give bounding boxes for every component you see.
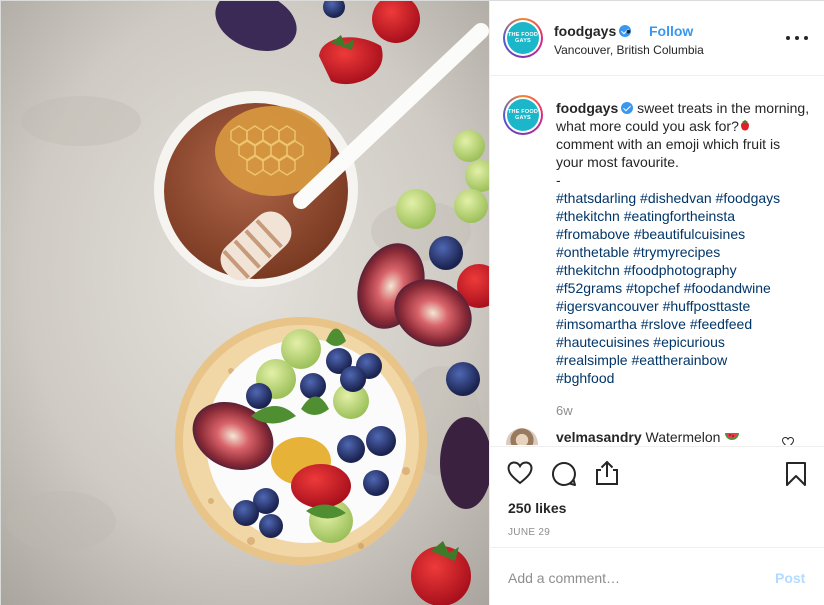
- post-header: THE FOOD GAYS foodgays • Follow Vancouve…: [490, 1, 824, 76]
- caption-dash: -: [556, 172, 561, 188]
- food-photo: [1, 1, 489, 605]
- hashtag-line[interactable]: #igersvancouver #huffposttaste: [556, 297, 810, 315]
- hashtag-line[interactable]: #onthetable #trymyrecipes: [556, 243, 810, 261]
- caption-author-avatar[interactable]: THE FOOD GAYS: [503, 95, 543, 135]
- comment-text: velmasandry Watermelon: [556, 429, 740, 445]
- author-avatar[interactable]: THE FOOD GAYS: [503, 18, 543, 58]
- more-dot: [795, 36, 799, 40]
- caption-username[interactable]: foodgays: [556, 100, 618, 116]
- hashtag-line[interactable]: #f52grams #topchef #foodandwine: [556, 279, 810, 297]
- author-username[interactable]: foodgays: [554, 23, 632, 39]
- hashtag-line[interactable]: #thekitchn #foodphotography: [556, 261, 810, 279]
- hashtag-line[interactable]: #imsomartha #rslove #feedfeed: [556, 315, 810, 333]
- instagram-post-modal: THE FOOD GAYS foodgays • Follow Vancouve…: [0, 0, 824, 605]
- avatar-inner: THE FOOD GAYS: [505, 20, 541, 56]
- follow-button[interactable]: Follow: [649, 23, 693, 39]
- post-date[interactable]: JUNE 29: [508, 527, 550, 538]
- commenter-avatar[interactable]: [506, 428, 538, 445]
- post-caption: foodgays sweet treats in the morning, wh…: [556, 99, 810, 387]
- more-options-icon[interactable]: [786, 29, 808, 47]
- hashtag-line[interactable]: #bghfood: [556, 369, 810, 387]
- hashtag-line[interactable]: #fromabove #beautifulcuisines: [556, 225, 810, 243]
- more-dot: [786, 36, 790, 40]
- add-comment-input[interactable]: [508, 568, 758, 588]
- avatar-inner: THE FOOD GAYS: [505, 97, 541, 133]
- comment-body: Watermelon: [645, 429, 721, 445]
- hashtag-line[interactable]: #realsimple #eattherainbow: [556, 351, 810, 369]
- bookmark-icon[interactable]: [785, 461, 807, 487]
- strawberry-emoji: [740, 120, 749, 131]
- post-location[interactable]: Vancouver, British Columbia: [554, 43, 704, 57]
- post-details-panel: THE FOOD GAYS foodgays • Follow Vancouve…: [489, 1, 824, 605]
- foodgays-logo: THE FOOD GAYS: [507, 22, 539, 54]
- post-comment-button[interactable]: Post: [775, 570, 805, 586]
- more-dot: [804, 36, 808, 40]
- post-image[interactable]: [1, 1, 489, 605]
- caption-time-ago[interactable]: 6w: [556, 403, 573, 418]
- comments-section[interactable]: THE FOOD GAYS foodgays sweet treats in t…: [490, 77, 824, 445]
- comment-bubble-icon[interactable]: [551, 461, 577, 487]
- hashtag-line[interactable]: #thatsdarling #dishedvan #foodgays: [556, 189, 810, 207]
- header-separator: •: [626, 23, 631, 39]
- caption-text-2: comment with an emoji which fruit is you…: [556, 136, 781, 170]
- hashtag-line[interactable]: #hautecuisines #epicurious: [556, 333, 810, 351]
- comment-row: velmasandry Watermelon: [490, 427, 824, 445]
- add-comment-bar: Post: [490, 547, 824, 605]
- likes-count[interactable]: 250 likes: [508, 500, 566, 516]
- comment-like-icon[interactable]: [782, 437, 794, 445]
- foodgays-logo: THE FOOD GAYS: [507, 99, 539, 131]
- watermelon-emoji: [725, 433, 740, 440]
- heart-icon[interactable]: [507, 461, 533, 485]
- share-icon[interactable]: [595, 460, 619, 486]
- hashtag-line[interactable]: #thekitchn #eatingfortheinsta: [556, 207, 810, 225]
- verified-badge-icon: [621, 102, 634, 114]
- caption-hashtags: #thatsdarling #dishedvan #foodgays #thek…: [556, 189, 810, 387]
- comment-username[interactable]: velmasandry: [556, 429, 642, 445]
- author-username-text[interactable]: foodgays: [554, 23, 616, 39]
